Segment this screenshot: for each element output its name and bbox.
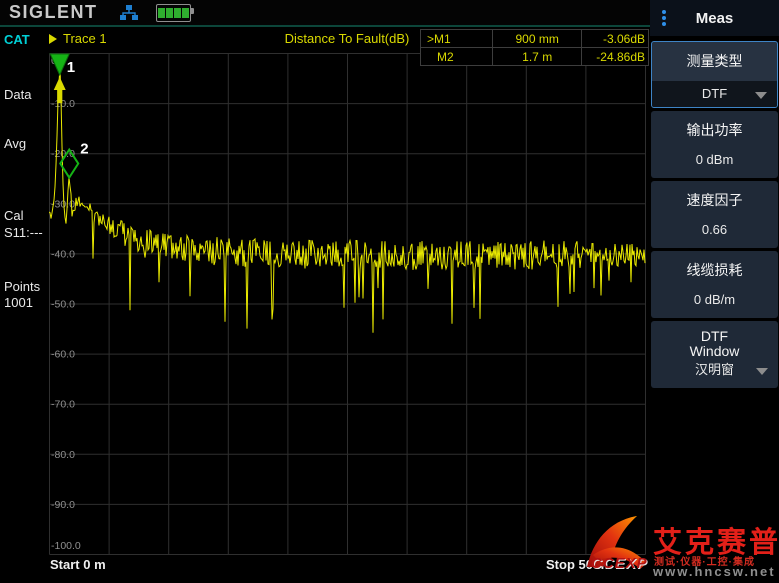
trace-selector[interactable]: Trace 1 — [49, 31, 107, 46]
menu-item-value-row[interactable]: 汉明窗 — [651, 359, 778, 389]
marker-value: -24.86dB — [582, 48, 649, 66]
cal-label: Cal — [4, 208, 24, 223]
chevron-down-icon — [755, 92, 767, 99]
marker-value: -3.06dB — [582, 30, 649, 48]
y-tick-label: -50.0 — [51, 299, 75, 311]
menu-item-label: DTF Window — [679, 321, 751, 359]
menu-item-value: DTF — [702, 86, 727, 101]
points-value: 1001 — [4, 295, 33, 310]
x-axis-stop-label: Stop 50 m — [546, 557, 608, 572]
menu-item-output-power[interactable]: 输出功率 0 dBm — [651, 111, 778, 178]
menu-title: Meas — [650, 10, 779, 27]
points-label: Points — [4, 279, 40, 294]
brand-logo: SIGLENT — [9, 2, 98, 23]
network-icon — [120, 5, 138, 21]
marker-id: M2 — [421, 48, 493, 66]
left-status-panel: CAT Data Avg Cal S11:--- Points 1001 — [0, 27, 48, 583]
cal-status: S11:--- — [4, 225, 43, 240]
menu-item-value-row[interactable]: DTF — [652, 81, 777, 107]
menu-item-value: 0 dB/m — [651, 292, 778, 318]
menu-item-label: 线缆损耗 — [651, 251, 778, 278]
menu-item-cable-loss[interactable]: 线缆损耗 0 dB/m — [651, 251, 778, 318]
marker-row-m2: M2 1.7 m -24.86dB — [421, 48, 649, 66]
menu-item-label: 输出功率 — [651, 111, 778, 138]
y-tick-label: -60.0 — [51, 349, 75, 361]
mode-label: CAT — [4, 32, 30, 47]
marker-distance: 1.7 m — [493, 48, 582, 66]
y-tick-label: -40.0 — [51, 248, 75, 260]
menu-item-label: 测量类型 — [652, 42, 777, 69]
y-tick-label: -70.0 — [51, 399, 75, 411]
menu-item-label: 速度因子 — [651, 181, 778, 208]
menu-item-measure-type[interactable]: 测量类型 DTF — [651, 41, 778, 108]
menu-header: Meas — [650, 0, 779, 38]
menu-item-velocity-factor[interactable]: 速度因子 0.66 — [651, 181, 778, 248]
marker-row-m1: >M1 900 mm -3.06dB — [421, 30, 649, 48]
x-axis-start-label: Start 0 m — [50, 557, 106, 572]
menu-item-value: 汉明窗 — [695, 362, 734, 377]
menu-item-value: 0.66 — [651, 222, 778, 248]
menu-item-value: 0 dBm — [651, 152, 778, 178]
marker2-number: 2 — [80, 141, 88, 158]
instrument-screen: SIGLENT CAT Data Avg Cal S11:--- Points … — [0, 0, 779, 583]
softkey-menu: Meas 测量类型 DTF 输出功率 0 dBm 速度因子 0.66 线缆损耗 … — [650, 0, 779, 583]
trace-arrow-icon — [49, 34, 57, 44]
menu-dots-icon[interactable] — [662, 10, 666, 26]
trace-label: Trace 1 — [63, 31, 107, 46]
marker-readout-table: >M1 900 mm -3.06dB M2 1.7 m -24.86dB — [420, 29, 649, 66]
marker-id: >M1 — [421, 30, 493, 48]
chevron-down-icon — [756, 368, 768, 375]
marker1-number: 1 — [67, 59, 75, 76]
avg-label: Avg — [4, 136, 26, 151]
menu-item-dtf-window[interactable]: DTF Window 汉明窗 — [651, 321, 778, 388]
y-tick-label: -80.0 — [51, 449, 75, 461]
data-label: Data — [4, 87, 31, 102]
battery-icon — [156, 4, 191, 22]
marker-distance: 900 mm — [493, 30, 582, 48]
y-tick-label: -100.0 — [51, 540, 81, 552]
dtf-trace-plot[interactable]: 0.0-10.0-20.0-30.0-40.0-50.0-60.0-70.0-8… — [49, 53, 646, 555]
y-tick-label: -90.0 — [51, 499, 75, 511]
y-tick-label: -10.0 — [51, 98, 75, 110]
